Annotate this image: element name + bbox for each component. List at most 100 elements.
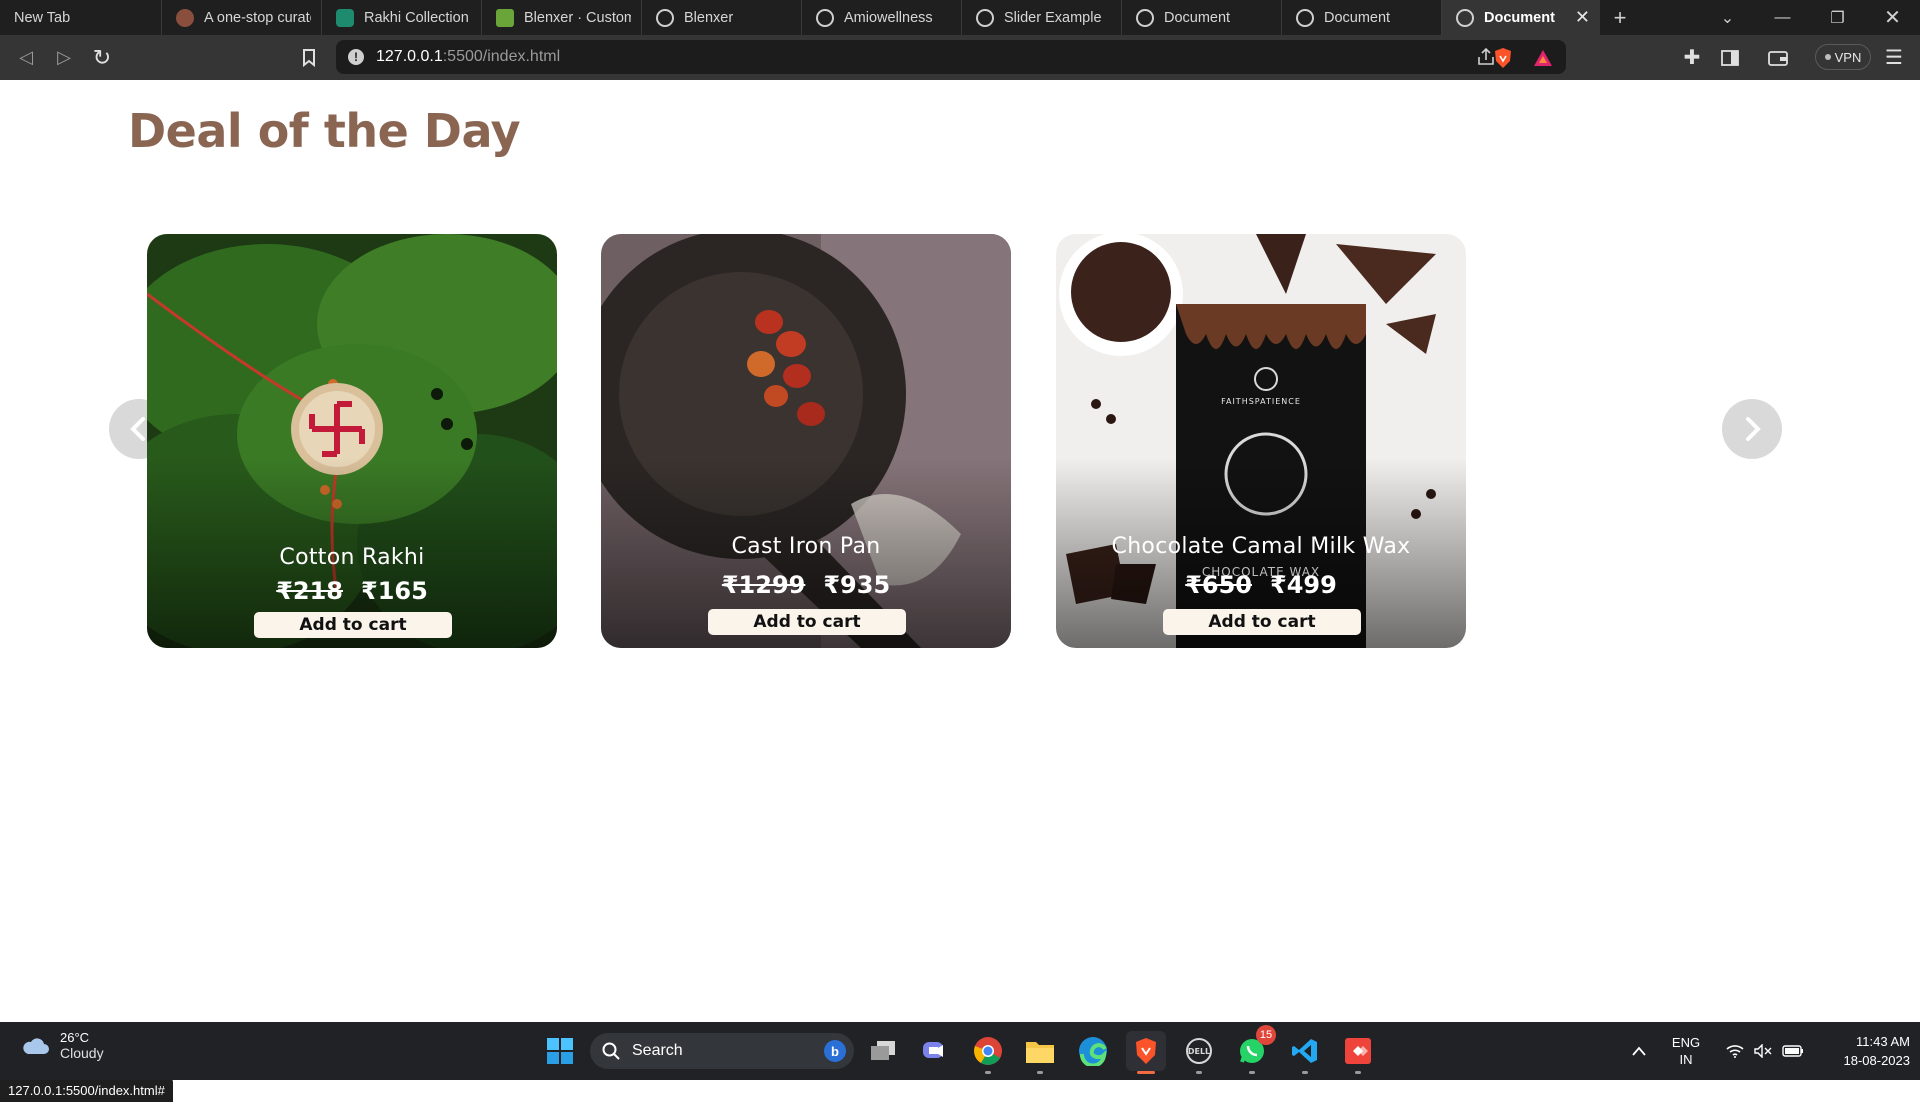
product-card-cast-iron-pan[interactable]: Cast Iron Pan ₹1299 ₹935 Add to cart	[601, 234, 1011, 648]
running-indicator	[1249, 1071, 1255, 1074]
product-card-chocolate-wax[interactable]: FAITHSPATIENCE CHOCOLATE WAX Chocolate C…	[1056, 234, 1466, 648]
weather-widget[interactable]: 26°C Cloudy	[20, 1030, 104, 1061]
tab-label: Document	[1484, 9, 1555, 26]
add-to-cart-button[interactable]: Add to cart	[1163, 609, 1361, 635]
chrome-button[interactable]	[968, 1031, 1008, 1074]
bookmark-icon[interactable]	[291, 35, 327, 80]
add-to-cart-button[interactable]: Add to cart	[708, 609, 906, 635]
globe-icon	[976, 8, 994, 27]
running-indicator	[1037, 1071, 1043, 1074]
tab-blenxer[interactable]: Blenxer	[642, 0, 802, 35]
anydesk-icon	[1345, 1038, 1371, 1064]
task-view-button[interactable]	[863, 1031, 903, 1071]
minimize-button[interactable]: —	[1755, 0, 1810, 35]
clock-time: 11:43 AM	[1856, 1034, 1910, 1049]
tab-label: Document	[1324, 9, 1391, 26]
teams-icon	[923, 1042, 943, 1058]
start-button[interactable]	[540, 1031, 580, 1071]
brave-shield-icon[interactable]	[1485, 35, 1521, 80]
vpn-status-dot	[1824, 54, 1831, 60]
new-tab-button[interactable]: +	[1600, 0, 1640, 35]
tab-label: A one-stop curate	[204, 9, 311, 26]
vpn-label: VPN	[1834, 49, 1862, 65]
extensions-icon[interactable]: ✚	[1674, 35, 1710, 80]
language-indicator[interactable]: ENG IN	[1660, 1022, 1712, 1080]
tab-document-active[interactable]: Document ✕	[1442, 0, 1600, 35]
reload-icon[interactable]: ↻	[84, 35, 120, 80]
url-text: 127.0.0.1:5500/index.html	[376, 48, 560, 66]
tab-blenxer-customize[interactable]: Blenxer · Customiz	[482, 0, 642, 35]
tab-rakhi-collection[interactable]: Rakhi Collection B	[322, 0, 482, 35]
svg-text:DELL: DELL	[1188, 1047, 1210, 1056]
product-name: Cast Iron Pan	[731, 534, 881, 559]
close-tab-icon[interactable]: ✕	[1575, 7, 1590, 28]
slider-next-button[interactable]	[1722, 399, 1782, 459]
tab-slider-example[interactable]: Slider Example	[962, 0, 1122, 35]
tab-label: Blenxer · Customiz	[524, 9, 631, 26]
file-explorer-button[interactable]	[1020, 1031, 1060, 1074]
tab-new-tab[interactable]: New Tab	[0, 0, 162, 35]
close-window-button[interactable]: ✕	[1865, 0, 1920, 35]
old-price: ₹650	[1185, 571, 1252, 599]
globe-icon	[1296, 8, 1314, 27]
teams-chat-button[interactable]	[915, 1031, 955, 1071]
brave-rewards-icon[interactable]	[1525, 35, 1561, 80]
old-price: ₹1299	[721, 571, 806, 599]
menu-icon[interactable]: ☰	[1876, 35, 1912, 80]
globe-icon	[816, 8, 834, 27]
tab-document-2[interactable]: Document	[1282, 0, 1442, 35]
site-info-icon[interactable]: !	[348, 49, 364, 65]
product-card-cotton-rakhi[interactable]: Cotton Rakhi ₹218 ₹165 Add to cart	[147, 234, 557, 648]
sidebar-icon[interactable]	[1712, 35, 1748, 80]
clock-date: 18-08-2023	[1843, 1053, 1911, 1068]
volume-muted-icon	[1754, 1044, 1772, 1058]
network-volume-battery[interactable]	[1720, 1022, 1810, 1080]
bing-icon[interactable]: b	[824, 1040, 846, 1062]
forward-icon[interactable]: ▷	[46, 35, 82, 80]
running-indicator	[1137, 1071, 1155, 1074]
tab-amiowellness[interactable]: Amiowellness	[802, 0, 962, 35]
chevron-right-icon	[1746, 417, 1761, 441]
weather-temp: 26°C	[60, 1030, 90, 1045]
brave-browser-button[interactable]	[1126, 1031, 1166, 1074]
globe-icon	[1136, 8, 1154, 27]
edge-button[interactable]	[1073, 1031, 1113, 1071]
show-hidden-icons-button[interactable]	[1626, 1022, 1652, 1080]
dell-button[interactable]: DELL	[1179, 1031, 1219, 1074]
anydesk-button[interactable]	[1338, 1031, 1378, 1074]
chevron-up-icon	[1632, 1046, 1646, 1056]
tab-label: Amiowellness	[844, 9, 933, 26]
status-bar-url: 127.0.0.1:5500/index.html#	[0, 1078, 173, 1102]
tab-search-chevron-icon[interactable]: ⌄	[1700, 0, 1755, 35]
product-name: Cotton Rakhi	[279, 545, 425, 570]
product-prices: ₹650 ₹499	[1056, 571, 1466, 599]
vscode-icon	[1292, 1039, 1317, 1063]
url-path: :5500/index.html	[442, 48, 561, 65]
site-avatar-icon	[176, 8, 194, 27]
vscode-button[interactable]	[1285, 1031, 1325, 1074]
dell-icon: DELL	[1186, 1038, 1212, 1064]
cloud-icon	[23, 1037, 49, 1054]
brave-icon	[1136, 1038, 1156, 1064]
page-content: Deal of the Day Cotton Rakhi ₹218 ₹165 A…	[0, 80, 1920, 1102]
running-indicator	[1302, 1071, 1308, 1074]
wallet-icon[interactable]	[1760, 35, 1796, 80]
wifi-icon	[1726, 1045, 1744, 1058]
address-bar[interactable]: ! 127.0.0.1:5500/index.html	[336, 40, 1566, 74]
whatsapp-button[interactable]: 15	[1232, 1025, 1276, 1074]
tab-document-1[interactable]: Document	[1122, 0, 1282, 35]
clock[interactable]: 11:43 AM 18-08-2023	[1810, 1022, 1911, 1080]
running-indicator	[985, 1071, 991, 1074]
vpn-button[interactable]: VPN	[1815, 44, 1871, 70]
old-price: ₹218	[276, 577, 343, 605]
back-icon[interactable]: ◁	[8, 35, 44, 80]
globe-icon	[1456, 8, 1474, 27]
tab-label: Slider Example	[1004, 9, 1102, 26]
running-indicator	[1196, 1071, 1202, 1074]
taskbar-search[interactable]: Search b	[590, 1033, 854, 1069]
edge-icon	[1079, 1037, 1107, 1066]
add-to-cart-button[interactable]: Add to cart	[254, 612, 452, 638]
tab-label: Blenxer	[684, 9, 734, 26]
tab-curate[interactable]: A one-stop curate	[162, 0, 322, 35]
restore-button[interactable]: ❐	[1810, 0, 1865, 35]
